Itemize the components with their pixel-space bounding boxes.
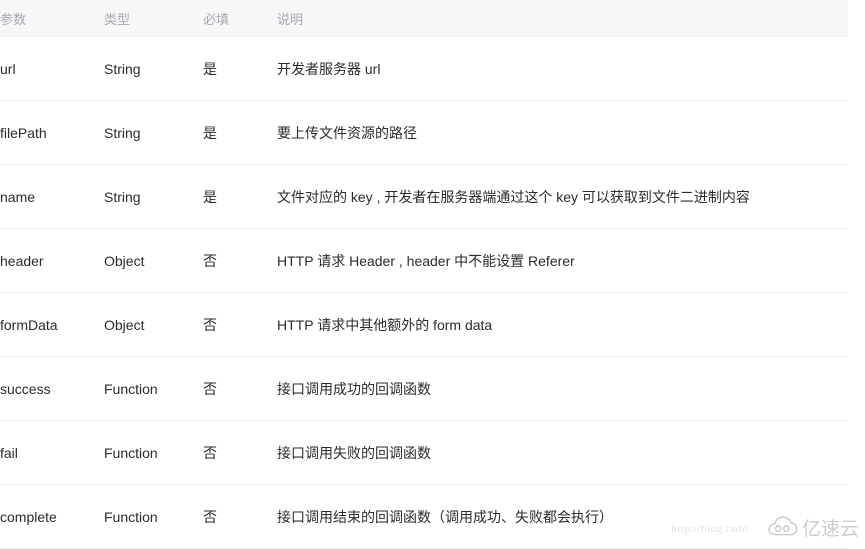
cell-required: 是	[203, 36, 277, 101]
table-row: filePath String 是 要上传文件资源的路径	[0, 100, 848, 165]
cell-required: 是	[203, 100, 277, 165]
cell-param: filePath	[0, 100, 104, 165]
table-row: header Object 否 HTTP 请求 Header , header …	[0, 228, 848, 293]
cell-type: Function	[104, 484, 203, 549]
cell-description: HTTP 请求中其他额外的 form data	[277, 292, 848, 357]
table-row: complete Function 否 接口调用结束的回调函数（调用成功、失败都…	[0, 484, 848, 549]
cell-param: success	[0, 356, 104, 421]
cell-type: Object	[104, 228, 203, 293]
table-row: formData Object 否 HTTP 请求中其他额外的 form dat…	[0, 292, 848, 357]
cell-param: formData	[0, 292, 104, 357]
table-row: url String 是 开发者服务器 url	[0, 36, 848, 101]
column-header-type: 类型	[104, 11, 131, 27]
cell-required: 否	[203, 484, 277, 549]
cell-required: 是	[203, 164, 277, 229]
cell-type: Object	[104, 292, 203, 357]
parameter-table: 参数 类型 必填 说明 url String 是 开发者服务器 url file…	[0, 0, 848, 549]
cell-param: fail	[0, 420, 104, 485]
column-header-description: 说明	[277, 11, 304, 27]
cell-description: 接口调用失败的回调函数	[277, 420, 848, 485]
cell-description: 接口调用结束的回调函数（调用成功、失败都会执行）	[277, 484, 848, 549]
table-body: url String 是 开发者服务器 url filePath String …	[0, 36, 848, 549]
cell-type: String	[104, 100, 203, 165]
table-header-row: 参数 类型 必填 说明	[0, 0, 848, 37]
table-row: success Function 否 接口调用成功的回调函数	[0, 356, 848, 421]
cell-description: 要上传文件资源的路径	[277, 100, 848, 165]
cell-description: 接口调用成功的回调函数	[277, 356, 848, 421]
cell-param: name	[0, 164, 104, 229]
cell-required: 否	[203, 292, 277, 357]
cell-description: 开发者服务器 url	[277, 36, 848, 101]
table-row: fail Function 否 接口调用失败的回调函数	[0, 420, 848, 485]
table-header: 参数 类型 必填 说明	[0, 0, 848, 37]
cell-description: 文件对应的 key , 开发者在服务器端通过这个 key 可以获取到文件二进制内…	[277, 164, 848, 229]
cell-type: String	[104, 164, 203, 229]
cell-description: HTTP 请求 Header , header 中不能设置 Referer	[277, 228, 848, 293]
cell-required: 否	[203, 228, 277, 293]
cell-type: Function	[104, 420, 203, 485]
cell-type: Function	[104, 356, 203, 421]
cell-param: complete	[0, 484, 104, 549]
cell-param: header	[0, 228, 104, 293]
column-header-param: 参数	[0, 11, 27, 27]
cell-required: 否	[203, 356, 277, 421]
column-header-required: 必填	[203, 11, 230, 27]
table-row: name String 是 文件对应的 key , 开发者在服务器端通过这个 k…	[0, 164, 848, 229]
cell-param: url	[0, 36, 104, 101]
cell-required: 否	[203, 420, 277, 485]
cell-type: String	[104, 36, 203, 101]
